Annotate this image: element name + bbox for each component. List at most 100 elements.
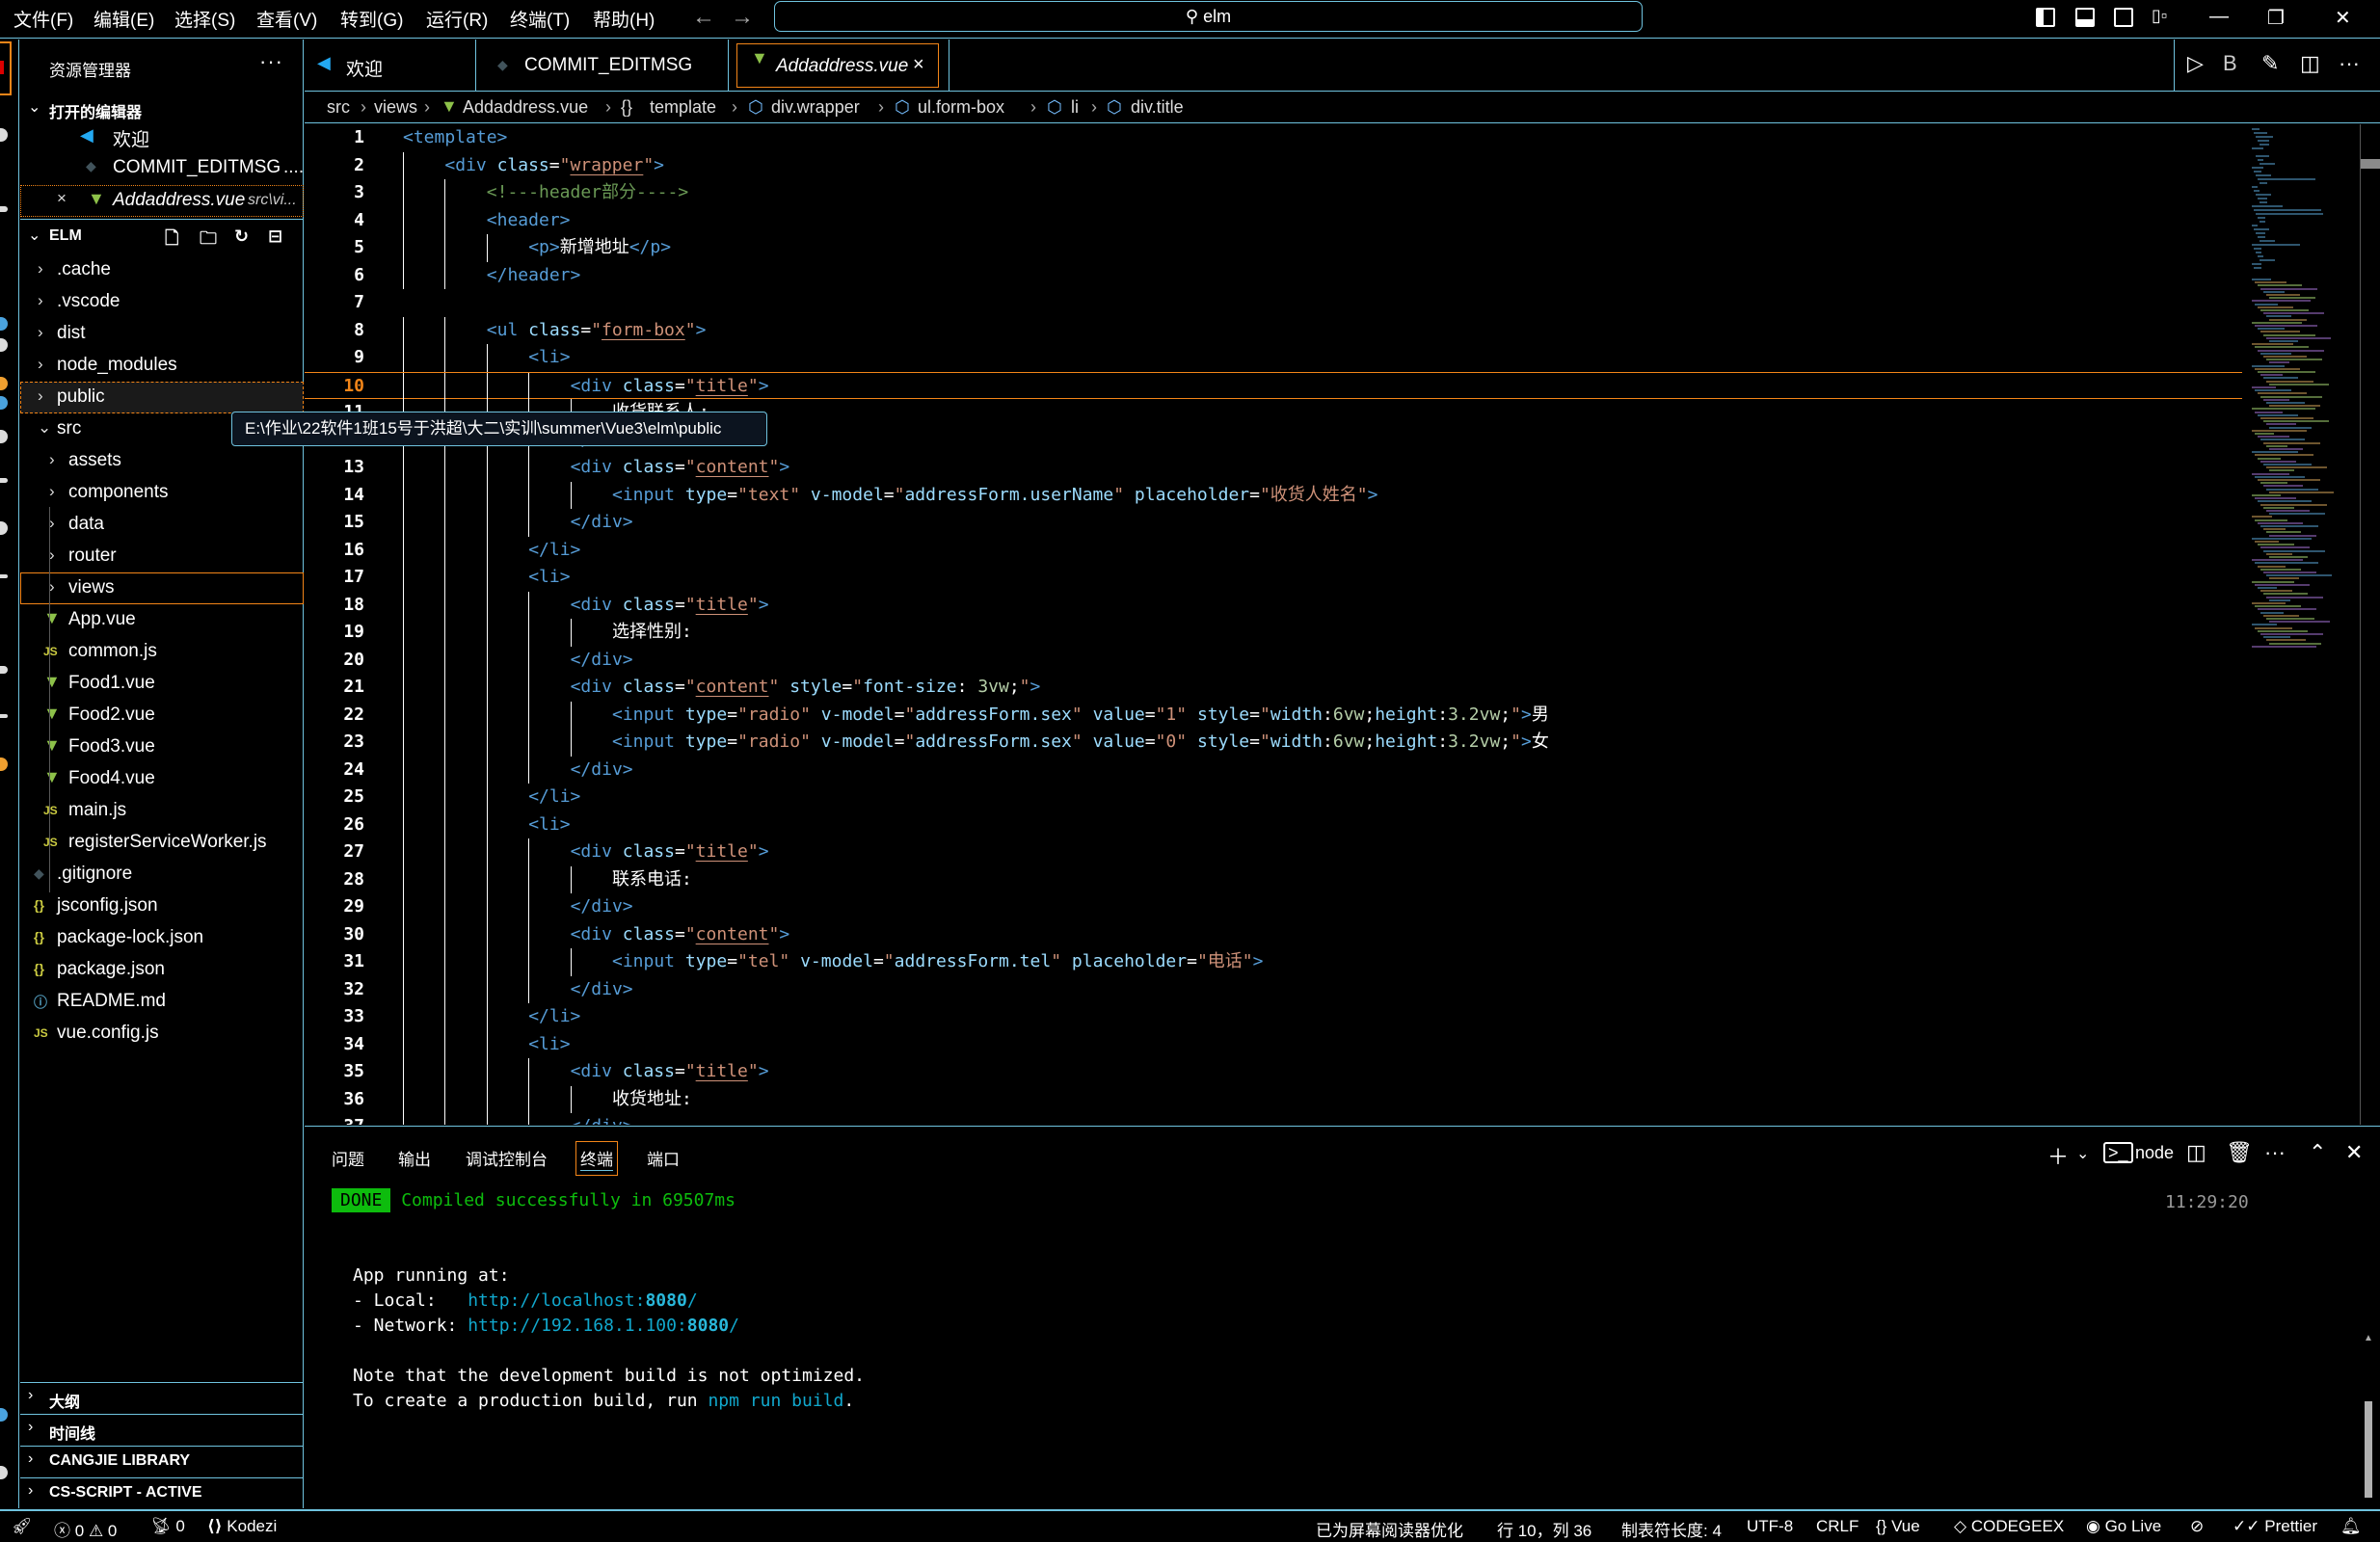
panel-tab-output[interactable]: 输出 — [398, 1146, 431, 1170]
extension-activity-icon[interactable] — [0, 377, 8, 390]
tree-item-dist[interactable]: › dist — [20, 318, 304, 350]
menu-file[interactable]: 文件(F) — [13, 6, 73, 32]
close-icon[interactable]: × — [57, 189, 67, 208]
close-panel-icon[interactable]: ✕ — [2345, 1140, 2363, 1165]
explorer-activity-icon[interactable] — [0, 41, 12, 95]
menu-view[interactable]: 查看(V) — [256, 6, 317, 32]
close-window-icon[interactable]: ✕ — [2335, 6, 2351, 30]
live-share-activity-icon[interactable] — [0, 521, 8, 535]
rocket-icon[interactable]: 🚀︎ — [12, 1517, 33, 1536]
split-terminal-icon[interactable]: ◫ — [2186, 1140, 2206, 1165]
tree-item-common-js[interactable]: JS common.js — [20, 636, 304, 668]
tab-commit-editmsg[interactable]: ◆ COMMIT_EDITMSG — [476, 40, 729, 92]
language-mode[interactable]: {} Vue — [1876, 1517, 1920, 1536]
tree-item-vscode[interactable]: › .vscode — [20, 286, 304, 318]
tree-item-package-lock-json[interactable]: {} package-lock.json — [20, 922, 304, 954]
menu-help[interactable]: 帮助(H) — [593, 6, 655, 32]
screen-reader-status[interactable]: 已为屏幕阅读器优化 — [1316, 1517, 1463, 1541]
prettier-activity-icon[interactable] — [0, 758, 8, 771]
terminal-shell-icon[interactable]: >_ — [2103, 1142, 2133, 1163]
tree-item-app-vue[interactable]: ▼ App.vue — [20, 604, 304, 636]
toggle-secondary-sidebar-icon[interactable] — [2114, 8, 2133, 27]
notifications-bell-icon[interactable]: 🔔︎ — [2340, 1517, 2362, 1536]
network-url[interactable]: http://192.168.1.100: — [468, 1316, 687, 1336]
tree-item-node-modules[interactable]: › node_modules — [20, 350, 304, 382]
new-folder-icon[interactable]: 🗀 — [200, 226, 217, 255]
code-editor[interactable]: 1 <template> 2 <div class="wrapper"> 3 <!---h… — [305, 124, 2242, 1125]
timeline-activity-icon[interactable] — [0, 714, 8, 718]
breadcrumb-item[interactable]: ul.form-box — [918, 97, 1004, 118]
more-actions-icon[interactable]: ··· — [259, 49, 283, 74]
scm-activity-icon[interactable] — [0, 206, 8, 212]
terminal-scrollbar-thumb[interactable] — [2365, 1401, 2372, 1498]
open-editor-commit-editmsg[interactable]: ◆ COMMIT_EDITMSG .... — [20, 152, 304, 184]
docker-activity-icon[interactable] — [0, 478, 8, 483]
search-activity-icon[interactable] — [0, 128, 8, 142]
tab-close-icon[interactable]: × — [913, 54, 924, 76]
customize-layout-icon[interactable]: ▯▫ — [2152, 6, 2167, 26]
tree-item-registerserviceworker-js[interactable]: JS registerServiceWorker.js — [20, 827, 304, 859]
extensions-activity-icon[interactable] — [0, 338, 8, 352]
new-file-icon[interactable]: 🗋 — [165, 226, 178, 255]
accounts-icon[interactable] — [0, 1408, 8, 1422]
refresh-icon[interactable]: ↻ — [234, 226, 249, 247]
open-editor-welcome[interactable]: ◀ 欢迎 — [20, 120, 304, 152]
scroll-up-arrow-icon[interactable]: ▲ — [2364, 1333, 2373, 1343]
go-live-status[interactable]: ◉ Go Live — [2086, 1517, 2161, 1536]
tree-item-food3-vue[interactable]: ▼ Food3.vue — [20, 731, 304, 763]
remote-activity-icon[interactable] — [0, 396, 8, 410]
toggle-panel-icon[interactable] — [2075, 8, 2095, 27]
tab-addaddress-vue[interactable]: ▼ Addaddress.vue × — [736, 43, 939, 88]
kodezi-activity-icon[interactable] — [0, 666, 8, 674]
collapse-all-icon[interactable]: ⊟ — [268, 226, 282, 247]
restore-icon[interactable]: ❐ — [2267, 6, 2285, 30]
menu-terminal[interactable]: 终端(T) — [510, 6, 570, 32]
breadcrumb-item[interactable]: div.wrapper — [771, 97, 860, 118]
manage-gear-icon[interactable] — [0, 1466, 8, 1479]
menu-run[interactable]: 运行(R) — [426, 6, 488, 32]
pencil-icon[interactable]: ✎ — [2261, 51, 2279, 76]
tree-item-gitignore[interactable]: ◆ .gitignore — [20, 859, 304, 891]
terminal-name[interactable]: node — [2135, 1143, 2174, 1163]
maximize-panel-chevron-up-icon[interactable]: ⌃ — [2309, 1140, 2326, 1165]
forward-arrow-icon[interactable]: → — [731, 4, 754, 31]
tree-item-views[interactable]: › views — [20, 572, 304, 604]
breadcrumb-item[interactable]: Addaddress.vue — [463, 97, 588, 118]
tree-item-jsconfig-json[interactable]: {} jsconfig.json — [20, 891, 304, 922]
editor-scrollbar-thumb[interactable] — [2361, 159, 2380, 169]
tree-item-main-js[interactable]: JS main.js — [20, 795, 304, 827]
tree-item-food4-vue[interactable]: ▼ Food4.vue — [20, 763, 304, 795]
menu-go[interactable]: 转到(G) — [340, 6, 403, 32]
codegeex-activity-icon[interactable] — [0, 574, 8, 578]
timeline-section[interactable]: › 时间线 — [20, 1416, 304, 1445]
panel-tab-problems[interactable]: 问题 — [332, 1146, 364, 1170]
more-actions-icon[interactable]: ··· — [2339, 51, 2360, 76]
panel-tab-ports[interactable]: 端口 — [647, 1146, 680, 1170]
ports-status[interactable]: 📡︎ 0 — [150, 1517, 185, 1536]
breadcrumb-item[interactable]: template — [650, 97, 716, 118]
project-header[interactable]: ⌄ ELM 🗋 🗀 ↻ ⊟ — [20, 223, 304, 252]
tree-item-food2-vue[interactable]: ▼ Food2.vue — [20, 700, 304, 731]
testing-activity-icon[interactable] — [0, 430, 8, 443]
new-terminal-plus-icon[interactable]: ＋ — [2047, 1140, 2069, 1171]
tree-item-router[interactable]: › router — [20, 541, 304, 572]
split-editor-icon[interactable]: ◫ — [2300, 51, 2320, 76]
bold-b-icon[interactable]: B — [2223, 51, 2237, 76]
run-icon[interactable]: ▷ — [2187, 51, 2204, 76]
cangjie-library-section[interactable]: › CANGJIE LIBRARY — [20, 1448, 304, 1476]
menu-selection[interactable]: 选择(S) — [174, 6, 235, 32]
prettier-status[interactable]: ✓✓ Prettier — [2233, 1517, 2317, 1536]
breadcrumb-item[interactable]: div.title — [1131, 97, 1184, 118]
command-center-search[interactable]: ⚲ elm — [774, 1, 1643, 32]
breadcrumb-item[interactable]: li — [1071, 97, 1079, 118]
open-editors-header[interactable]: ⌄ 打开的编辑器 — [20, 94, 304, 123]
network-port[interactable]: 8080 — [687, 1316, 729, 1336]
tree-item-readme-md[interactable]: ⓘ README.md — [20, 986, 304, 1018]
tree-item-public[interactable]: › public — [20, 382, 304, 413]
encoding[interactable]: UTF-8 — [1747, 1517, 1793, 1536]
panel-tab-debug-console[interactable]: 调试控制台 — [466, 1146, 548, 1170]
outline-section[interactable]: › 大纲 — [20, 1384, 304, 1413]
local-url[interactable]: http://localhost: — [468, 1290, 645, 1311]
end-of-line[interactable]: CRLF — [1816, 1517, 1859, 1536]
back-arrow-icon[interactable]: ← — [692, 4, 715, 31]
